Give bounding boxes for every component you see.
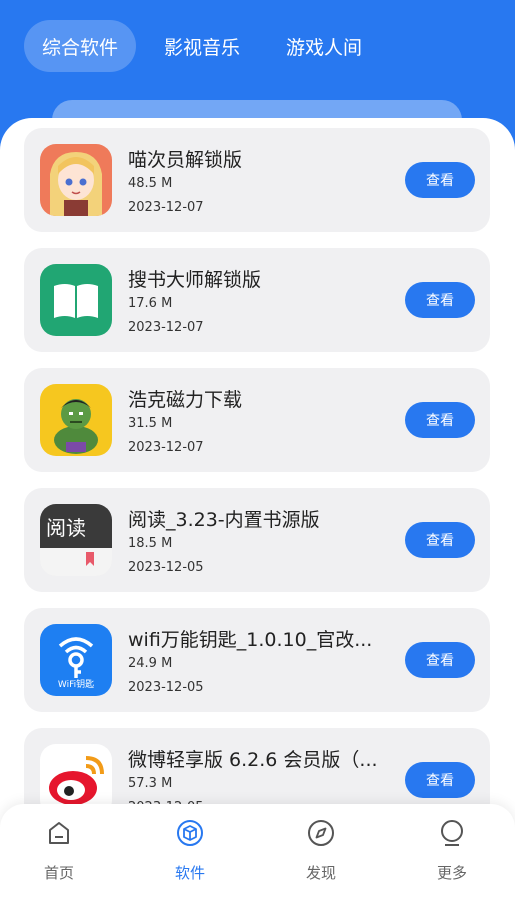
app-size: 57.3 M	[128, 776, 173, 791]
app-date: 2023-12-05	[128, 680, 204, 695]
app-card[interactable]: 搜书大师解锁版 17.6 M 2023-12-07 查看	[24, 248, 490, 352]
app-date: 2023-12-07	[128, 320, 204, 335]
nav-item-discover[interactable]: 发现	[281, 818, 361, 883]
bottom-nav: 首页 软件 发现 更多	[0, 804, 515, 900]
app-card[interactable]: 阅读 阅读_3.23-内置书源版 18.5 M 2023-12-05 查看	[24, 488, 490, 592]
nav-label-software: 软件	[174, 864, 205, 882]
tab-general-software[interactable]: 综合软件	[24, 20, 137, 72]
anime-girl-icon	[40, 144, 112, 216]
view-button[interactable]: 查看	[405, 522, 475, 558]
app-date: 2023-12-05	[128, 560, 204, 575]
view-button[interactable]: 查看	[405, 642, 475, 678]
app-size: 31.5 M	[128, 416, 173, 431]
open-book-icon	[40, 264, 112, 336]
view-button[interactable]: 查看	[405, 162, 475, 198]
app-name: 搜书大师解锁版	[128, 269, 262, 291]
app-card[interactable]: 喵次员解锁版 48.5 M 2023-12-07 查看	[24, 128, 490, 232]
reader-icon: 阅读	[40, 504, 112, 576]
category-tabs: 综合软件 影视音乐 游戏人间	[24, 20, 380, 72]
more-icon	[441, 820, 463, 846]
nav-item-home[interactable]: 首页	[19, 818, 99, 883]
nav-item-software[interactable]: 软件	[150, 818, 230, 883]
tab-video-music[interactable]: 影视音乐	[146, 20, 258, 72]
nav-label-more: 更多	[436, 864, 467, 882]
wifi-key-icon: WiFi钥匙	[40, 624, 112, 696]
app-date: 2023-12-07	[128, 440, 204, 455]
tab-games[interactable]: 游戏人间	[268, 20, 380, 72]
view-button[interactable]: 查看	[405, 762, 475, 798]
app-size: 17.6 M	[128, 296, 173, 311]
reader-icon-text: 阅读	[46, 516, 86, 540]
app-name: 微博轻享版 6.2.6 会员版（...	[128, 749, 378, 771]
app-card[interactable]: 浩克磁力下载 31.5 M 2023-12-07 查看	[24, 368, 490, 472]
app-name: wifi万能钥匙_1.0.10_官改...	[128, 629, 373, 651]
nav-label-discover: 发现	[305, 864, 336, 882]
app-list: 喵次员解锁版 48.5 M 2023-12-07 查看 搜书大师解锁版 17.6…	[0, 118, 515, 900]
view-button[interactable]: 查看	[405, 402, 475, 438]
app-name: 喵次员解锁版	[128, 149, 243, 171]
box-icon	[177, 820, 203, 846]
nav-label-home: 首页	[43, 864, 74, 882]
app-size: 24.9 M	[128, 656, 173, 671]
app-date: 2023-12-07	[128, 200, 204, 215]
app-name: 阅读_3.23-内置书源版	[128, 509, 320, 531]
home-icon	[49, 822, 69, 844]
app-name: 浩克磁力下载	[128, 389, 243, 411]
compass-icon	[308, 820, 334, 846]
app-size: 18.5 M	[128, 536, 173, 551]
app-size: 48.5 M	[128, 176, 173, 191]
app-card[interactable]: WiFi钥匙 wifi万能钥匙_1.0.10_官改... 24.9 M 2023…	[24, 608, 490, 712]
view-button[interactable]: 查看	[405, 282, 475, 318]
hulk-icon	[40, 384, 112, 456]
nav-item-more[interactable]: 更多	[412, 818, 492, 883]
wifi-key-icon-text: WiFi钥匙	[57, 680, 95, 690]
